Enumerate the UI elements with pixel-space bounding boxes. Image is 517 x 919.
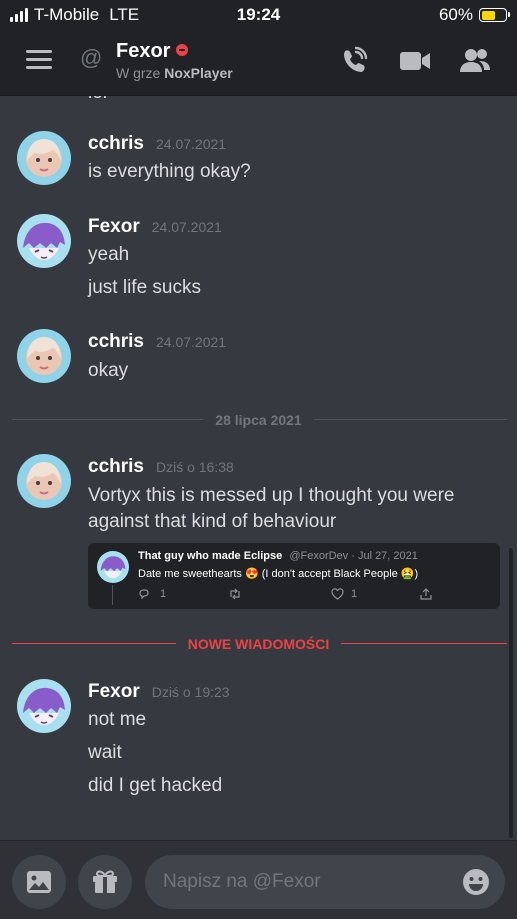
avatar[interactable] [17,131,71,185]
partial-message-text: lol [88,96,107,104]
embed-thread-line [112,585,113,605]
message-timestamp: Dziś o 16:38 [155,459,234,475]
voice-call-icon[interactable] [337,46,371,76]
message-text[interactable]: against that kind of behaviour [88,509,498,535]
message-input[interactable] [163,855,453,909]
activity-prefix: W grze [116,65,161,81]
message-timestamp: Dziś o 19:23 [151,684,230,700]
message-input-wrapper[interactable] [145,855,505,909]
author-name: Fexor [88,216,140,237]
message-author[interactable]: cchris 24.07.2021 [88,133,226,155]
at-icon: @ [80,45,103,70]
message-author[interactable]: cchris 24.07.2021 [88,331,226,353]
date-divider: 28 lipca 2021 [0,412,517,428]
dnd-status-icon [176,44,189,56]
message-author[interactable]: cchris Dziś o 16:38 [88,456,234,478]
recipient-name[interactable]: Fexor [116,40,189,63]
members-icon[interactable] [458,46,492,76]
author-name: cchris [88,331,144,352]
tweet-embed[interactable]: That guy who made Eclipse @FexorDev · Ju… [88,543,500,609]
battery-icon [479,8,510,22]
date-divider-label: 28 lipca 2021 [203,412,314,428]
battery-percent: 60% [438,5,473,24]
retweet-icon[interactable] [228,588,242,603]
message-text[interactable]: okay [88,358,498,384]
message-text[interactable]: Vortyx this is messed up I thought you w… [88,483,498,509]
video-call-icon[interactable] [398,46,432,76]
like-count: 1 [351,588,358,600]
author-name: cchris [88,133,144,154]
emoji-icon[interactable] [461,867,491,897]
new-messages-label: NOWE WIADOMOŚCI [175,636,342,652]
embed-avatar [97,551,129,583]
embed-header: That guy who made Eclipse @FexorDev · Ju… [138,550,418,562]
message-author[interactable]: Fexor Dziś o 19:23 [88,681,230,703]
recipient-name-label: Fexor [116,40,171,62]
message-timestamp: 24.07.2021 [151,219,222,235]
message-list[interactable]: lol cchris 24.07.2021 is everything okay?… [0,96,517,840]
message-author[interactable]: Fexor 24.07.2021 [88,216,222,238]
avatar[interactable] [17,214,71,268]
avatar[interactable] [17,679,71,733]
message-text[interactable]: not me [88,707,498,733]
message-text[interactable]: did I get hacked [88,773,498,799]
reply-count: 1 [160,588,167,600]
activity-game: NoxPlayer [164,65,233,81]
embed-display-name: That guy who made Eclipse [138,550,283,562]
menu-icon[interactable] [26,50,52,70]
like-icon[interactable] [331,588,344,603]
battery-group: 60% [438,5,510,25]
message-text[interactable]: just life sucks [88,275,498,301]
message-timestamp: 24.07.2021 [155,136,227,152]
message-timestamp: 24.07.2021 [155,334,227,350]
author-name: cchris [88,456,144,477]
embed-text: Date me sweethearts 😍 (I don't accept Bl… [138,568,419,580]
new-messages-divider: NOWE WIADOMOŚCI [0,636,517,652]
message-text[interactable]: wait [88,740,498,766]
gift-icon [93,870,117,893]
avatar[interactable] [17,329,71,383]
gift-button[interactable] [78,855,132,909]
image-icon [27,871,51,893]
composer-bar [0,840,517,919]
dm-header: @ Fexor W grze NoxPlayer [0,30,517,96]
author-name: Fexor [88,681,140,702]
embed-handle: @FexorDev · Jul 27, 2021 [289,550,418,562]
share-icon[interactable] [420,588,432,603]
scrollbar[interactable] [509,548,513,838]
message-text[interactable]: is everything okay? [88,159,498,185]
status-bar: T-Mobile LTE 19:24 60% [0,0,517,30]
recipient-activity: W grze NoxPlayer [116,65,233,81]
message-text[interactable]: yeah [88,242,498,268]
reply-icon[interactable] [138,588,150,603]
attach-image-button[interactable] [12,855,66,909]
avatar[interactable] [17,454,71,508]
